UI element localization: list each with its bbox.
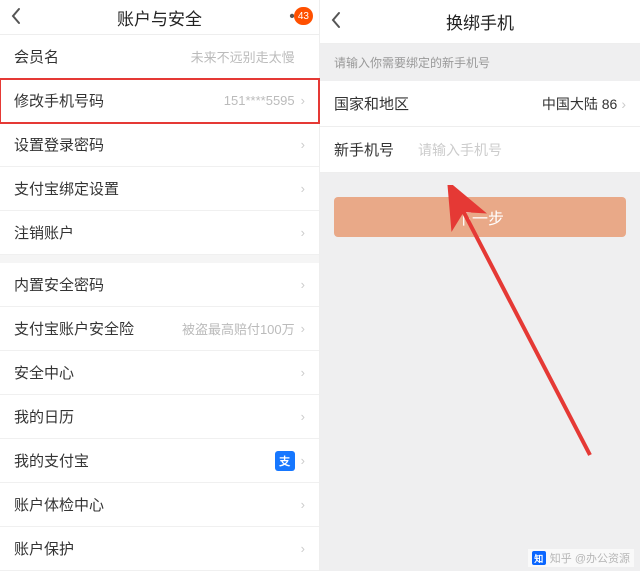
chevron-right-icon: › [301,497,305,512]
row-member-name[interactable]: 会员名 未来不远别走太慢› [0,35,319,79]
chevron-right-icon: › [301,321,305,336]
row-label: 修改手机号码 [14,90,104,111]
row-value: 被盗最高赔付100万› [182,319,305,338]
change-phone-screen: 换绑手机 请输入你需要绑定的新手机号 国家和地区 中国大陆 86 › 新手机号 … [320,0,640,571]
chevron-right-icon: › [301,137,305,152]
row-label: 内置安全密码 [14,274,104,295]
row-label: 支付宝绑定设置 [14,178,119,199]
row-label: 我的支付宝 [14,450,89,471]
row-label: 设置登录密码 [14,134,104,155]
row-alipay-insurance[interactable]: 支付宝账户安全险 被盗最高赔付100万› [0,307,319,351]
region-value: 中国大陆 86 › [542,94,626,114]
section-gap [0,255,319,263]
row-value: › [295,137,305,152]
row-my-alipay[interactable]: 我的支付宝 支 › [0,439,319,483]
page-title: 换绑手机 [360,9,600,34]
chevron-right-icon: › [301,225,305,240]
back-button[interactable] [10,7,40,28]
settings-list-2: 内置安全密码 › 支付宝账户安全险 被盗最高赔付100万› 安全中心 › 我的日… [0,263,319,571]
input-hint: 请输入你需要绑定的新手机号 [320,44,640,81]
row-security-center[interactable]: 安全中心 › [0,351,319,395]
chevron-left-icon [10,7,22,25]
row-label: 安全中心 [14,362,74,383]
row-account-check[interactable]: 账户体检中心 › [0,483,319,527]
back-button[interactable] [330,11,360,32]
row-value: › [295,365,305,380]
zhihu-icon: 知 [532,551,546,565]
row-value: › [295,541,305,556]
account-security-screen: 账户与安全 ••• 43 会员名 未来不远别走太慢› 修改手机号码 151***… [0,0,320,571]
nav-bar: 账户与安全 ••• 43 [0,0,319,35]
notification-badge: 43 [294,7,313,25]
row-label: 支付宝账户安全险 [14,318,134,339]
row-change-phone[interactable]: 修改手机号码 151****5595› [0,79,319,123]
row-value: › [295,277,305,292]
row-value: 未来不远别走太慢› [191,47,305,66]
chevron-right-icon: › [301,453,305,468]
row-label: 我的日历 [14,406,74,427]
chevron-right-icon: › [301,541,305,556]
row-login-password[interactable]: 设置登录密码 › [0,123,319,167]
row-my-calendar[interactable]: 我的日历 › [0,395,319,439]
phone-input[interactable] [418,142,626,158]
nav-bar: 换绑手机 [320,0,640,44]
next-button[interactable]: 下一步 [334,197,626,237]
nav-more[interactable]: ••• 43 [279,9,309,25]
phone-label: 新手机号 [334,139,418,160]
watermark-text: 知乎 @办公资源 [550,550,630,566]
row-label: 账户体检中心 [14,494,104,515]
row-value: › [295,497,305,512]
row-value: 151****5595› [224,93,305,108]
row-label: 注销账户 [14,222,74,243]
chevron-right-icon: › [301,409,305,424]
page-title: 账户与安全 [40,5,279,30]
row-delete-account[interactable]: 注销账户 › [0,211,319,255]
chevron-right-icon: › [621,96,626,112]
region-row[interactable]: 国家和地区 中国大陆 86 › [320,81,640,127]
chevron-right-icon: › [301,277,305,292]
chevron-right-icon: › [301,93,305,108]
chevron-right-icon: › [301,365,305,380]
chevron-left-icon [330,11,342,29]
watermark: 知 知乎 @办公资源 [528,549,634,567]
row-value: › [295,181,305,196]
row-alipay-binding[interactable]: 支付宝绑定设置 › [0,167,319,211]
settings-list-1: 会员名 未来不远别走太慢› 修改手机号码 151****5595› 设置登录密码… [0,35,319,255]
row-value: › [295,409,305,424]
region-label: 国家和地区 [334,93,418,114]
row-label: 账户保护 [14,538,74,559]
chevron-right-icon: › [301,181,305,196]
row-value: › [295,225,305,240]
row-builtin-security-pw[interactable]: 内置安全密码 › [0,263,319,307]
row-label: 会员名 [14,46,59,67]
row-value: 支 › [275,451,305,471]
row-account-protection[interactable]: 账户保护 › [0,527,319,571]
alipay-icon: 支 [275,451,295,471]
phone-row: 新手机号 [320,127,640,173]
